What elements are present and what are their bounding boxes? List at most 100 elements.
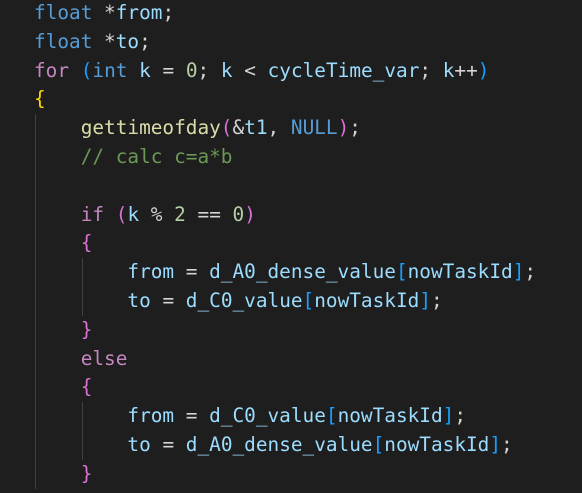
code-token: [ xyxy=(395,260,408,284)
code-token: k xyxy=(220,58,233,82)
code-token: , xyxy=(267,116,291,140)
code-token: { xyxy=(80,375,93,399)
code-line[interactable]: float *from; xyxy=(34,0,174,28)
code-token: = xyxy=(150,289,186,312)
code-line[interactable]: } xyxy=(34,460,93,489)
code-token: [ xyxy=(372,433,385,456)
code-token: % xyxy=(139,202,175,226)
code-token: ; xyxy=(454,404,467,428)
code-token: 0 xyxy=(232,202,245,226)
code-token: < xyxy=(232,58,268,82)
code-line[interactable]: for (int k = 0; k < cycleTime_var; k++) xyxy=(34,57,489,86)
code-token: d_C0_value xyxy=(209,404,326,428)
code-token: ) xyxy=(477,58,490,82)
code-token: ; xyxy=(139,29,151,53)
code-token: d_A0_dense_value xyxy=(185,433,373,456)
code-token: ] xyxy=(442,404,455,428)
code-token: ; xyxy=(501,433,513,456)
code-token: = xyxy=(174,260,210,284)
code-line[interactable]: to = d_A0_dense_value[nowTaskId]; xyxy=(34,431,513,460)
code-editor[interactable]: float *from; float *to; for (int k = 0; k … xyxy=(0,0,582,493)
code-token: float xyxy=(34,1,93,24)
code-token: ( xyxy=(115,202,128,226)
code-token: } xyxy=(80,317,93,341)
code-token: int xyxy=(92,58,128,82)
code-token: ; xyxy=(162,1,175,24)
code-token: 0 xyxy=(185,58,198,82)
code-token: ( xyxy=(220,116,233,140)
code-token: // calc c=a*b xyxy=(80,145,233,168)
code-token: gettimeofday xyxy=(80,116,221,140)
code-token: from xyxy=(115,1,163,24)
code-token: to xyxy=(127,289,151,312)
code-line[interactable]: } xyxy=(34,316,93,345)
code-token: d_C0_value xyxy=(185,289,303,312)
code-token: [ xyxy=(325,404,338,428)
code-token: to xyxy=(127,433,151,456)
code-token: ; xyxy=(524,260,537,284)
code-token: ; xyxy=(197,58,221,82)
code-token: to xyxy=(115,29,140,53)
code-token: ] xyxy=(419,289,431,312)
code-token: k xyxy=(442,58,455,82)
code-token: * xyxy=(92,29,116,53)
code-token: { xyxy=(34,87,46,111)
code-token: else xyxy=(80,346,128,370)
code-line[interactable]: from = d_A0_dense_value[nowTaskId]; xyxy=(34,258,536,287)
code-token: ; xyxy=(419,58,443,82)
code-token: = xyxy=(174,404,210,428)
code-token: == xyxy=(185,202,233,226)
code-token: nowTaskId xyxy=(314,289,420,312)
code-token: nowTaskId xyxy=(384,433,490,456)
code-token: ] xyxy=(512,260,525,284)
code-token: NULL xyxy=(290,116,338,140)
code-line[interactable]: gettimeofday(&t1, NULL); xyxy=(34,114,361,143)
code-token: nowTaskId xyxy=(337,404,443,428)
code-token: ; xyxy=(349,116,361,140)
code-token: ++ xyxy=(454,58,478,82)
code-token: float xyxy=(34,29,93,53)
code-line[interactable]: from = d_C0_value[nowTaskId]; xyxy=(34,402,466,431)
code-token: ] xyxy=(489,433,502,456)
code-line[interactable]: to = d_C0_value[nowTaskId]; xyxy=(34,287,443,316)
code-line[interactable]: else xyxy=(34,345,128,374)
code-token: nowTaskId xyxy=(407,260,513,284)
code-token: * xyxy=(92,1,116,24)
code-token: d_A0_dense_value xyxy=(209,260,396,284)
code-token: k xyxy=(139,58,151,82)
code-line[interactable]: if (k % 2 == 0) xyxy=(34,201,256,230)
code-token: [ xyxy=(302,289,315,312)
code-token: ; xyxy=(431,289,443,312)
code-line[interactable]: { xyxy=(34,229,93,258)
code-line[interactable]: { xyxy=(34,373,93,402)
code-token: ( xyxy=(80,58,93,82)
code-line[interactable]: // calc c=a*b xyxy=(34,143,233,172)
code-token: ) xyxy=(244,202,256,226)
code-token: k xyxy=(127,202,140,226)
code-token: ) xyxy=(337,116,350,140)
code-token: 2 xyxy=(174,202,186,226)
code-line[interactable]: { xyxy=(34,85,46,114)
code-token: = xyxy=(150,58,186,82)
code-token: { xyxy=(80,231,93,255)
code-line[interactable]: float *to; xyxy=(34,28,151,57)
code-token: from xyxy=(127,260,175,284)
code-token: = xyxy=(150,433,186,456)
code-token: if xyxy=(80,202,105,226)
code-token: & xyxy=(232,116,245,140)
